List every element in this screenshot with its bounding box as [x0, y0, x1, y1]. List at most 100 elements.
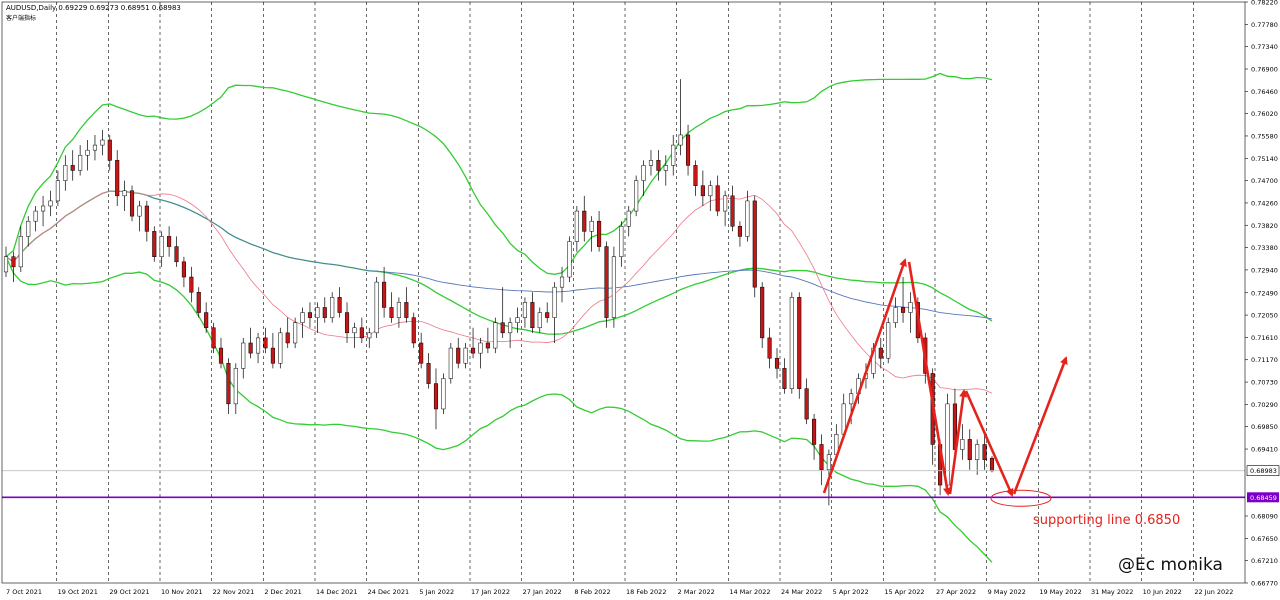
candle-body [597, 220, 602, 247]
x-tick-label: 10 Nov 2021 [161, 588, 203, 596]
candle-body [448, 347, 453, 379]
bollinger-middle [5, 190, 993, 335]
indicator-bands [5, 72, 993, 563]
x-tick-label: 31 May 2022 [1091, 588, 1133, 596]
candle-body [248, 342, 253, 354]
candle-body [433, 383, 439, 410]
candle-body [826, 454, 831, 471]
y-tick-label: 0.78220 [1251, 0, 1278, 7]
y-tick-label: 0.69410 [1251, 446, 1278, 454]
moving-average-short [5, 190, 993, 394]
y-tick-label: 0.67650 [1251, 535, 1278, 543]
candle-body [789, 297, 794, 389]
candle-body [226, 363, 231, 405]
candle-body [493, 322, 498, 349]
candle-body [115, 160, 120, 197]
candle-body [78, 154, 83, 171]
candle-body [11, 256, 16, 268]
candle-body [441, 378, 446, 410]
candle-body [634, 180, 639, 212]
price-axis: 0.78220 0.77780 0.77340 0.76900 0.76460 0.760… [1, 0, 1278, 588]
candle-body [307, 312, 313, 318]
candle-body [478, 342, 483, 354]
candle-body [167, 236, 172, 247]
y-tick-label: 0.71610 [1251, 334, 1278, 342]
y-tick-label: 0.72940 [1251, 266, 1278, 274]
y-tick-label: 0.76020 [1251, 110, 1278, 118]
candle-body [211, 327, 216, 349]
y-tick-label: 0.76900 [1251, 65, 1278, 73]
candle-body [878, 347, 883, 359]
candle-body [515, 317, 520, 323]
candle-body [641, 165, 646, 181]
candle-body [263, 337, 268, 349]
y-tick-label: 0.68090 [1251, 513, 1278, 521]
candle-body [48, 200, 53, 207]
y-tick-label: 0.67210 [1251, 557, 1278, 565]
candle-body [256, 337, 261, 354]
candle-body [122, 190, 127, 197]
candle-body [500, 322, 505, 334]
candle-body [745, 200, 750, 237]
candle-body [218, 347, 224, 364]
candle-body [708, 185, 713, 197]
candle-body [315, 307, 320, 318]
candle-body [604, 246, 609, 318]
candle-body [300, 312, 305, 323]
candle-body [344, 312, 350, 334]
x-tick-label: 8 Feb 2022 [574, 588, 610, 596]
candle-body [26, 220, 31, 237]
candle-body [189, 276, 194, 293]
y-tick-label: 0.74260 [1251, 199, 1278, 207]
candle-body [685, 134, 691, 166]
candle-body [611, 256, 616, 318]
candle-body [389, 307, 394, 318]
candle-body [41, 205, 46, 212]
y-tick-label: 0.75140 [1251, 155, 1278, 163]
candle-body [137, 205, 142, 217]
y-tick-label: 0.74700 [1251, 177, 1278, 185]
candle-body [396, 302, 401, 318]
arrow-up-1 [822, 258, 907, 494]
y-tick-label: 0.73380 [1251, 244, 1278, 252]
x-tick-label: 7 Oct 2021 [6, 588, 42, 596]
candle-body [804, 388, 809, 420]
candle-body [671, 144, 676, 166]
candle-body [619, 226, 624, 257]
candle-body [730, 195, 735, 227]
candle-body [241, 342, 246, 369]
candle-body [989, 457, 995, 472]
x-tick-label: 22 Nov 2021 [213, 588, 255, 596]
candle-body [582, 210, 587, 232]
candle-body [196, 291, 201, 313]
candle-body [293, 322, 298, 344]
candle-body [589, 220, 594, 232]
candle-body [322, 307, 327, 318]
candle-body [967, 439, 972, 460]
candle-body [337, 297, 342, 313]
candle-body [678, 134, 683, 146]
candle-body [715, 185, 720, 212]
candle-body [648, 160, 654, 166]
candle-body [374, 281, 379, 334]
support-annotation: supporting line 0.6850 [1033, 513, 1181, 528]
plot-frame [1, 1, 1246, 584]
candle-body [508, 322, 513, 334]
candle-body [767, 337, 772, 359]
candle-body [752, 200, 757, 288]
arrow-down-1 [907, 261, 951, 496]
candle-body [797, 297, 802, 389]
candle-body [782, 368, 787, 389]
candle-body [152, 231, 157, 257]
candle-body [330, 297, 335, 318]
candle-body [522, 302, 527, 318]
candle-body [663, 165, 668, 171]
candle-body [174, 246, 179, 263]
price-lines: 0.68983 0.68459 [2, 465, 1280, 507]
support-ellipse [990, 489, 1052, 507]
candle-body [693, 165, 698, 186]
x-tick-label: 27 Apr 2022 [936, 588, 976, 596]
candle-body [819, 444, 824, 471]
candle-body [737, 226, 742, 237]
candle-body [908, 302, 913, 313]
